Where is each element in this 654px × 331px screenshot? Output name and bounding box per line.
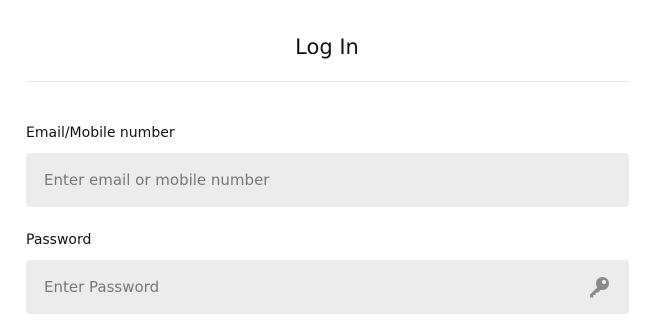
password-label: Password [26, 232, 92, 248]
header-divider [26, 81, 629, 82]
key-icon[interactable] [586, 274, 612, 300]
email-label: Email/Mobile number [26, 125, 175, 141]
password-field[interactable] [26, 260, 629, 314]
email-field-container [26, 153, 629, 207]
email-field[interactable] [26, 153, 629, 207]
password-field-container [26, 260, 629, 314]
page-title: Log In [295, 35, 359, 59]
